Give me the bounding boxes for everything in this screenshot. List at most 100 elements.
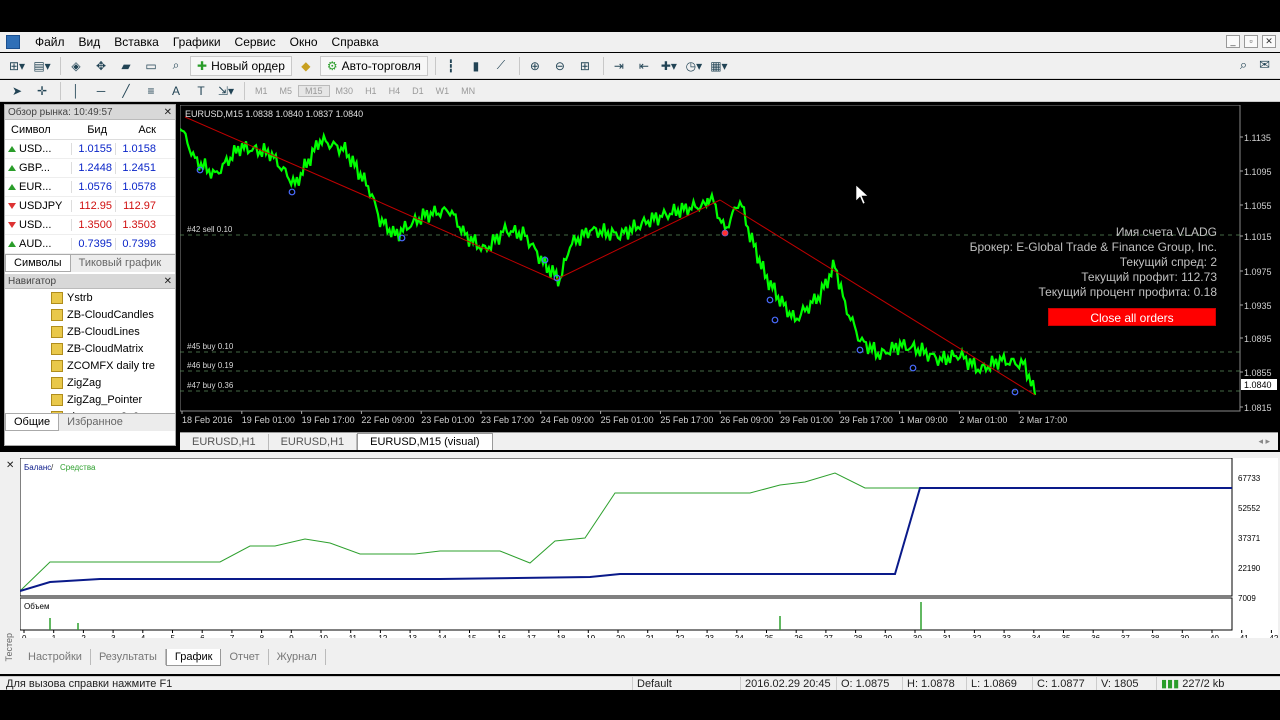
tab-favorites[interactable]: Избранное bbox=[59, 414, 131, 431]
bid-cell: 1.3500 bbox=[71, 219, 115, 231]
timeframe-d1[interactable]: D1 bbox=[406, 86, 430, 96]
zoom-in-icon[interactable]: ⊕ bbox=[524, 56, 546, 76]
market-watch-row[interactable]: EUR... 1.0576 1.0578 bbox=[5, 178, 175, 197]
profiles-icon[interactable]: ▤▾ bbox=[31, 56, 53, 76]
search-icon[interactable]: ⌕ bbox=[1240, 57, 1247, 73]
timeframe-h1[interactable]: H1 bbox=[359, 86, 383, 96]
templates-icon[interactable]: ▦▾ bbox=[708, 56, 730, 76]
new-order-button[interactable]: ✚ Новый ордер bbox=[190, 55, 292, 76]
timeframe-m1[interactable]: M1 bbox=[249, 86, 274, 96]
data-window-icon[interactable]: ✥ bbox=[90, 56, 112, 76]
menu-help[interactable]: Справка bbox=[325, 32, 386, 52]
timeframe-m30[interactable]: M30 bbox=[330, 86, 360, 96]
traffic-icon: ▮▮▮ bbox=[1161, 678, 1183, 690]
col-symbol[interactable]: Символ bbox=[5, 124, 71, 136]
app-icon[interactable] bbox=[6, 35, 20, 49]
tab-report[interactable]: Отчет bbox=[221, 649, 269, 665]
timeframe-h4[interactable]: H4 bbox=[383, 86, 407, 96]
tab-common[interactable]: Общие bbox=[5, 414, 60, 431]
meta-editor-icon[interactable]: ◆ bbox=[295, 56, 317, 76]
tab-results[interactable]: Результаты bbox=[91, 649, 166, 665]
tester-icon[interactable]: ⌕ bbox=[165, 56, 187, 76]
strategy-tester: ✕ Тестер Баланс / Средства Объем 67733 5255… bbox=[0, 452, 1280, 674]
tester-graph[interactable]: Баланс / Средства Объем 67733 52552 37371 221… bbox=[19, 457, 1279, 643]
navigator-item[interactable]: ZigZag_Pointer bbox=[5, 391, 175, 408]
tester-y-label: 52552 bbox=[1238, 504, 1261, 513]
navigator-item-label: Ystrb bbox=[67, 291, 93, 304]
tab-chart-eurusd-h1[interactable]: EURUSD,H1 bbox=[180, 433, 269, 450]
channel-icon[interactable]: ≡ bbox=[140, 81, 162, 101]
market-watch-icon[interactable]: ◈ bbox=[65, 56, 87, 76]
navigator-item[interactable]: ZB-CloudLines bbox=[5, 323, 175, 340]
tab-settings[interactable]: Настройки bbox=[20, 649, 91, 665]
navigator-item[interactable]: ZB-CloudMatrix bbox=[5, 340, 175, 357]
market-watch-row[interactable]: USDJPY 112.95 112.97 bbox=[5, 197, 175, 216]
tab-chart-eurusd-m15-visual[interactable]: EURUSD,M15 (visual) bbox=[357, 433, 493, 450]
market-watch-row[interactable]: GBP... 1.2448 1.2451 bbox=[5, 159, 175, 178]
chat-icon[interactable]: ✉ bbox=[1259, 57, 1270, 73]
timeframe-w1[interactable]: W1 bbox=[430, 86, 456, 96]
symbol-name: USD... bbox=[19, 219, 52, 231]
tab-scroll-arrows-icon[interactable]: ◂ ▸ bbox=[1258, 436, 1270, 447]
chart-shift-icon[interactable]: ⇥ bbox=[608, 56, 630, 76]
close-icon[interactable]: ✕ bbox=[164, 105, 172, 120]
bar-chart-icon[interactable]: ┇ bbox=[440, 56, 462, 76]
ask-cell: 0.7398 bbox=[115, 238, 159, 250]
close-all-orders-button[interactable]: Close all orders bbox=[1048, 308, 1216, 326]
menu-file[interactable]: Файл bbox=[28, 32, 72, 52]
tab-chart-eurusd-h1-2[interactable]: EURUSD,H1 bbox=[269, 433, 358, 450]
navigator-item[interactable]: ZigZag bbox=[5, 374, 175, 391]
price-chart-svg[interactable]: 1.1135 1.1095 1.1055 1.1015 1.0975 1.0935 1.08… bbox=[179, 104, 1278, 431]
market-watch-rows: USD... 1.0155 1.0158 GBP... 1.2448 1.2451 EUR.… bbox=[5, 140, 175, 254]
minimize-icon[interactable]: _ bbox=[1226, 35, 1240, 48]
text-icon[interactable]: A bbox=[165, 81, 187, 101]
navigator-item[interactable]: Ystrb bbox=[5, 289, 175, 306]
periods-icon[interactable]: ◷▾ bbox=[683, 56, 705, 76]
menu-window[interactable]: Окно bbox=[283, 32, 325, 52]
plus-icon: ✚ bbox=[197, 58, 208, 73]
tab-journal[interactable]: Журнал bbox=[269, 649, 326, 665]
ask-cell: 112.97 bbox=[115, 200, 159, 212]
bid-cell: 0.7395 bbox=[71, 238, 115, 250]
navigator-item[interactable]: ZB-CloudCandles bbox=[5, 306, 175, 323]
close-icon[interactable]: ✕ bbox=[1262, 35, 1276, 48]
market-watch-row[interactable]: USD... 1.0155 1.0158 bbox=[5, 140, 175, 159]
new-chart-icon[interactable]: ⊞▾ bbox=[6, 56, 28, 76]
auto-trading-button[interactable]: ⚙ Авто-торговля bbox=[319, 55, 428, 76]
zoom-out-icon[interactable]: ⊖ bbox=[549, 56, 571, 76]
shapes-icon[interactable]: ⇲▾ bbox=[215, 81, 237, 101]
timeframe-mn[interactable]: MN bbox=[455, 86, 481, 96]
terminal-icon[interactable]: ▭ bbox=[140, 56, 162, 76]
tab-symbols[interactable]: Символы bbox=[5, 255, 71, 272]
price-chart[interactable]: 1.1135 1.1095 1.1055 1.1015 1.0975 1.0935 1.08… bbox=[179, 104, 1278, 431]
col-ask[interactable]: Аск bbox=[115, 124, 159, 136]
trendline-icon[interactable]: ╱ bbox=[115, 81, 137, 101]
tab-tick-chart[interactable]: Тиковый график bbox=[71, 255, 170, 272]
cursor-icon[interactable]: ➤ bbox=[6, 81, 28, 101]
line-chart-icon[interactable]: ⟋ bbox=[490, 56, 512, 76]
navigator-icon[interactable]: ▰ bbox=[115, 56, 137, 76]
col-bid[interactable]: Бид bbox=[71, 124, 115, 136]
market-watch-row[interactable]: AUD... 0.7395 0.7398 bbox=[5, 235, 175, 254]
text-label-icon[interactable]: T bbox=[190, 81, 212, 101]
menu-view[interactable]: Вид bbox=[72, 32, 108, 52]
menu-charts[interactable]: Графики bbox=[166, 32, 228, 52]
restore-icon[interactable]: ▫ bbox=[1244, 35, 1258, 48]
menu-tools[interactable]: Сервис bbox=[228, 32, 283, 52]
timeframe-m15[interactable]: M15 bbox=[298, 84, 330, 97]
navigator-item[interactable]: ZCOMFX daily tre bbox=[5, 357, 175, 374]
horizontal-line-icon[interactable]: ─ bbox=[90, 81, 112, 101]
indicators-icon[interactable]: ✚▾ bbox=[658, 56, 680, 76]
vertical-line-icon[interactable]: │ bbox=[65, 81, 87, 101]
menu-insert[interactable]: Вставка bbox=[107, 32, 166, 52]
market-watch-row[interactable]: USD... 1.3500 1.3503 bbox=[5, 216, 175, 235]
timeframe-m5[interactable]: M5 bbox=[274, 86, 299, 96]
candlestick-icon[interactable]: ▮ bbox=[465, 56, 487, 76]
tile-windows-icon[interactable]: ⊞ bbox=[574, 56, 596, 76]
tab-graph[interactable]: График bbox=[165, 648, 222, 666]
crosshair-icon[interactable]: ✛ bbox=[31, 81, 53, 101]
trade-marker[interactable] bbox=[722, 230, 728, 236]
autoscroll-icon[interactable]: ⇤ bbox=[633, 56, 655, 76]
close-icon[interactable]: ✕ bbox=[164, 274, 172, 289]
close-icon[interactable]: ✕ bbox=[6, 460, 14, 471]
